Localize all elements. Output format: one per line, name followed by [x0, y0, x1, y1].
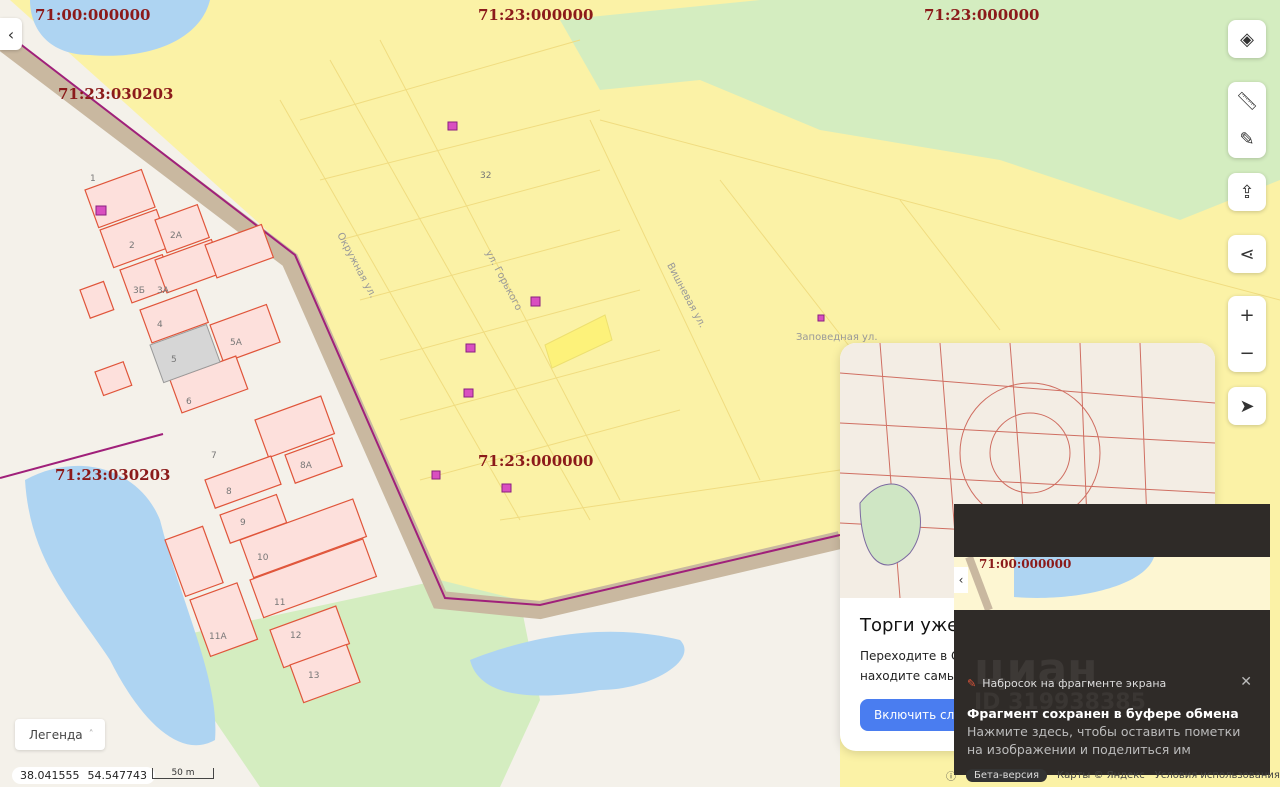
parcel-number: 3Б	[133, 286, 145, 296]
upload-icon[interactable]: ⇪	[1228, 173, 1266, 211]
longitude: 38.041555	[20, 769, 80, 782]
scale-bar: 50 m	[152, 768, 214, 779]
copyright[interactable]: Карты © Яндекс	[1057, 770, 1145, 781]
edit-icon[interactable]: ✎	[1228, 120, 1266, 158]
close-icon[interactable]: ✕	[1240, 674, 1252, 690]
back-icon: ‹	[954, 567, 968, 593]
snip-notification[interactable]: 71:00:000000 ‹ циан ID 319938385 ✎ Наброс…	[954, 504, 1270, 775]
chevron-up-icon: ˄	[88, 729, 94, 740]
street-label: Заповедная ул.	[796, 332, 878, 343]
parcel-number: 32	[480, 171, 492, 181]
notification-title: Фрагмент сохранен в буфере обмена	[967, 706, 1239, 721]
cadastral-label: 71:23:000000	[478, 6, 594, 24]
parcel-number: 12	[290, 631, 302, 641]
parcel-number: 8А	[300, 461, 312, 471]
parcel-number: 3А	[157, 286, 169, 296]
parcel-number: 6	[186, 397, 192, 407]
legend-button[interactable]: Легенда ˄	[15, 719, 105, 750]
locate-button[interactable]: ➤	[1228, 387, 1266, 425]
parcel-number: 5	[171, 355, 177, 365]
parcel-number: 2	[129, 241, 135, 251]
cadastral-label: 71:00:000000	[979, 557, 1072, 571]
legend-label: Легенда	[29, 727, 83, 742]
coordinates-readout: 38.041555 54.547743	[12, 767, 155, 784]
tools-group: 📏︎ ✎	[1228, 82, 1266, 158]
cadastral-label: 71:23:030203	[55, 466, 171, 484]
latitude: 54.547743	[87, 769, 148, 782]
parcel-number: 11	[274, 598, 286, 608]
zoom-controls: + −	[1228, 296, 1266, 372]
snip-app-icon: ✎	[967, 677, 977, 690]
locate-icon[interactable]: ➤	[1228, 387, 1266, 425]
notification-app-name: Набросок на фрагменте экрана	[982, 677, 1167, 690]
parcel-number: 1	[90, 174, 96, 184]
parcel-number: 2А	[170, 231, 182, 241]
upload-button[interactable]: ⇪	[1228, 173, 1266, 211]
parcel-number: 8	[226, 487, 232, 497]
cadastral-label: 71:23:000000	[924, 6, 1040, 24]
cadastral-label: 71:23:000000	[478, 452, 594, 470]
parcel-number: 5А	[230, 338, 242, 348]
ruler-icon[interactable]: 📏︎	[1228, 82, 1266, 120]
info-icon[interactable]: ⓘ	[946, 768, 956, 783]
parcel-number: 9	[240, 518, 246, 528]
back-button[interactable]: ‹	[0, 18, 22, 50]
parcel-number: 13	[308, 671, 320, 681]
parcel-number: 10	[257, 553, 269, 563]
parcel-number: 7	[211, 451, 217, 461]
share-button[interactable]: ⋖	[1228, 235, 1266, 273]
cadastral-label: 71:23:030203	[58, 85, 174, 103]
terms-link[interactable]: Условия использования	[1155, 770, 1280, 781]
map-footer: ⓘ Бета-версия Карты © Яндекс Условия исп…	[946, 768, 1280, 783]
parcel-number: 11А	[209, 632, 227, 642]
parcel-number: 4	[157, 320, 163, 330]
notification-description: Нажмите здесь, чтобы оставить пометки на…	[967, 724, 1241, 757]
layers-button[interactable]: ◈	[1228, 20, 1266, 58]
beta-badge: Бета-версия	[966, 769, 1047, 782]
layers-icon[interactable]: ◈	[1228, 20, 1266, 58]
share-icon[interactable]: ⋖	[1228, 235, 1266, 273]
cadastral-label: 71:00:000000	[35, 6, 151, 24]
zoom-in-button[interactable]: +	[1228, 296, 1266, 334]
screenshot-preview: 71:00:000000 ‹	[954, 557, 1270, 610]
zoom-out-button[interactable]: −	[1228, 334, 1266, 372]
